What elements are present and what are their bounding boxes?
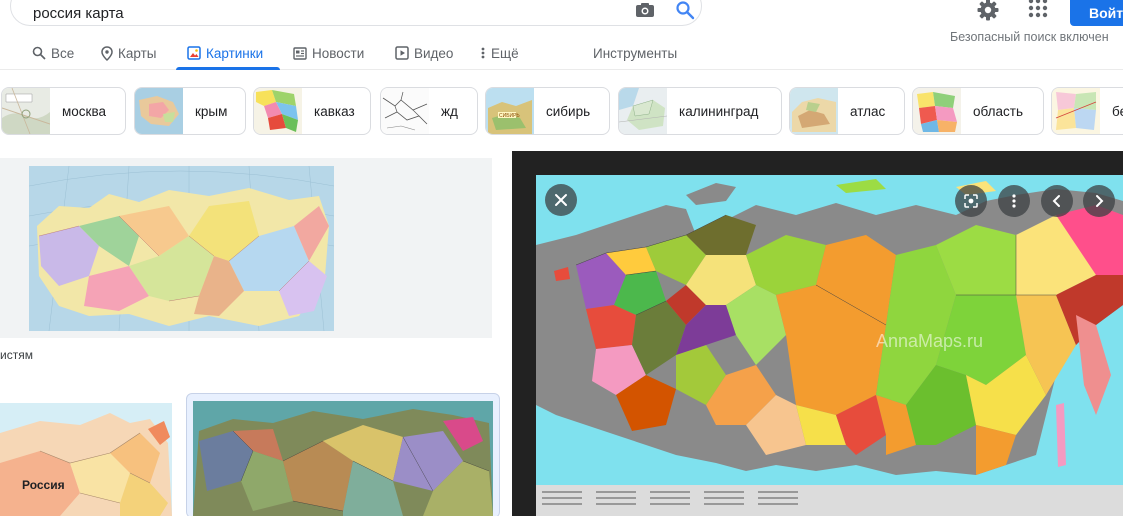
news-icon [293, 46, 307, 60]
chip-label: область [973, 103, 1023, 119]
camera-icon[interactable] [635, 2, 655, 18]
chip-belarus[interactable]: бе [1051, 87, 1123, 135]
chip-moscow[interactable]: москва [1, 87, 126, 135]
result-caption[interactable]: истям [0, 348, 33, 362]
signin-button[interactable]: Войти [1070, 0, 1123, 26]
chip-label: москва [62, 103, 106, 119]
tab-label: Карты [118, 45, 157, 61]
region-map-thumbnail [913, 88, 961, 134]
tab-more[interactable]: Ещё [480, 36, 519, 70]
more-options-button[interactable] [998, 185, 1030, 217]
russia-regions-map-thumbnail[interactable] [193, 401, 493, 516]
chip-label: бе [1112, 103, 1123, 119]
more-vert-icon [481, 47, 485, 59]
chip-caucasus[interactable]: кавказ [253, 87, 371, 135]
tab-maps[interactable]: Карты [101, 36, 156, 70]
chip-kaliningrad[interactable]: калининград [618, 87, 782, 135]
tab-video[interactable]: Видео [395, 36, 453, 70]
tab-label: Видео [414, 45, 454, 61]
railway-map-thumbnail [381, 88, 429, 134]
chip-region[interactable]: область [912, 87, 1044, 135]
next-image-button[interactable] [1083, 185, 1115, 217]
russia-map-thumbnail[interactable]: Россия [0, 403, 172, 516]
tab-label: Новости [312, 45, 365, 61]
chip-atlas[interactable]: атлас [789, 87, 905, 135]
search-icon[interactable] [675, 0, 695, 20]
chevron-left-icon [1052, 195, 1060, 207]
tab-images[interactable]: Картинки [187, 36, 263, 70]
chip-label: крым [195, 103, 228, 119]
lens-search-button[interactable] [955, 185, 987, 217]
tab-label: Картинки [206, 45, 264, 61]
search-icon [32, 46, 46, 60]
map-country-label: Россия [22, 478, 65, 492]
chip-railway[interactable]: жд [380, 87, 478, 135]
previous-image-button[interactable] [1041, 185, 1073, 217]
caucasus-map-thumbnail [254, 88, 302, 134]
belarus-map-thumbnail [1052, 88, 1100, 134]
chip-label: калининград [679, 103, 759, 119]
chip-label: жд [441, 103, 458, 119]
chip-crimea[interactable]: крым [134, 87, 246, 135]
russia-federal-subjects-map-image[interactable]: AnnaMaps.ru [536, 175, 1123, 516]
lens-icon [964, 194, 978, 208]
atlas-map-thumbnail [790, 88, 838, 134]
tab-label: Все [51, 45, 75, 61]
tools-button[interactable]: Инструменты [593, 36, 677, 70]
safe-search-status[interactable]: Безопасный поиск включен [950, 30, 1109, 44]
google-images-page: россия карта Войт Все Карты Картинки Нов… [0, 0, 1123, 516]
tab-label: Ещё [491, 45, 519, 61]
crimea-map-thumbnail [135, 88, 183, 134]
close-preview-button[interactable] [545, 184, 577, 216]
chevron-right-icon [1096, 195, 1104, 207]
close-icon [555, 194, 567, 206]
moscow-map-thumbnail [2, 88, 50, 134]
russia-political-map-thumbnail[interactable] [29, 166, 334, 331]
siberia-map-thumbnail: СИБИРЬ [486, 88, 534, 134]
more-vert-icon [1012, 194, 1016, 208]
map-pin-icon [101, 45, 113, 61]
chip-siberia[interactable]: СИБИРЬ сибирь [485, 87, 610, 135]
apps-grid-icon[interactable] [1027, 0, 1049, 19]
active-tab-indicator [176, 67, 280, 70]
search-box[interactable]: россия карта [10, 0, 702, 26]
video-icon [395, 46, 409, 60]
tab-all[interactable]: Все [32, 36, 74, 70]
map-watermark: AnnaMaps.ru [876, 331, 983, 351]
chip-label: атлас [850, 103, 886, 119]
tab-news[interactable]: Новости [293, 36, 364, 70]
chip-label: сибирь [546, 103, 591, 119]
chip-label: кавказ [314, 103, 355, 119]
image-icon [187, 46, 201, 60]
gear-icon[interactable] [976, 0, 1000, 22]
svg-text:СИБИРЬ: СИБИРЬ [499, 113, 520, 119]
tools-label: Инструменты [593, 45, 678, 61]
kaliningrad-map-thumbnail [619, 88, 667, 134]
search-input[interactable]: россия карта [33, 5, 124, 22]
